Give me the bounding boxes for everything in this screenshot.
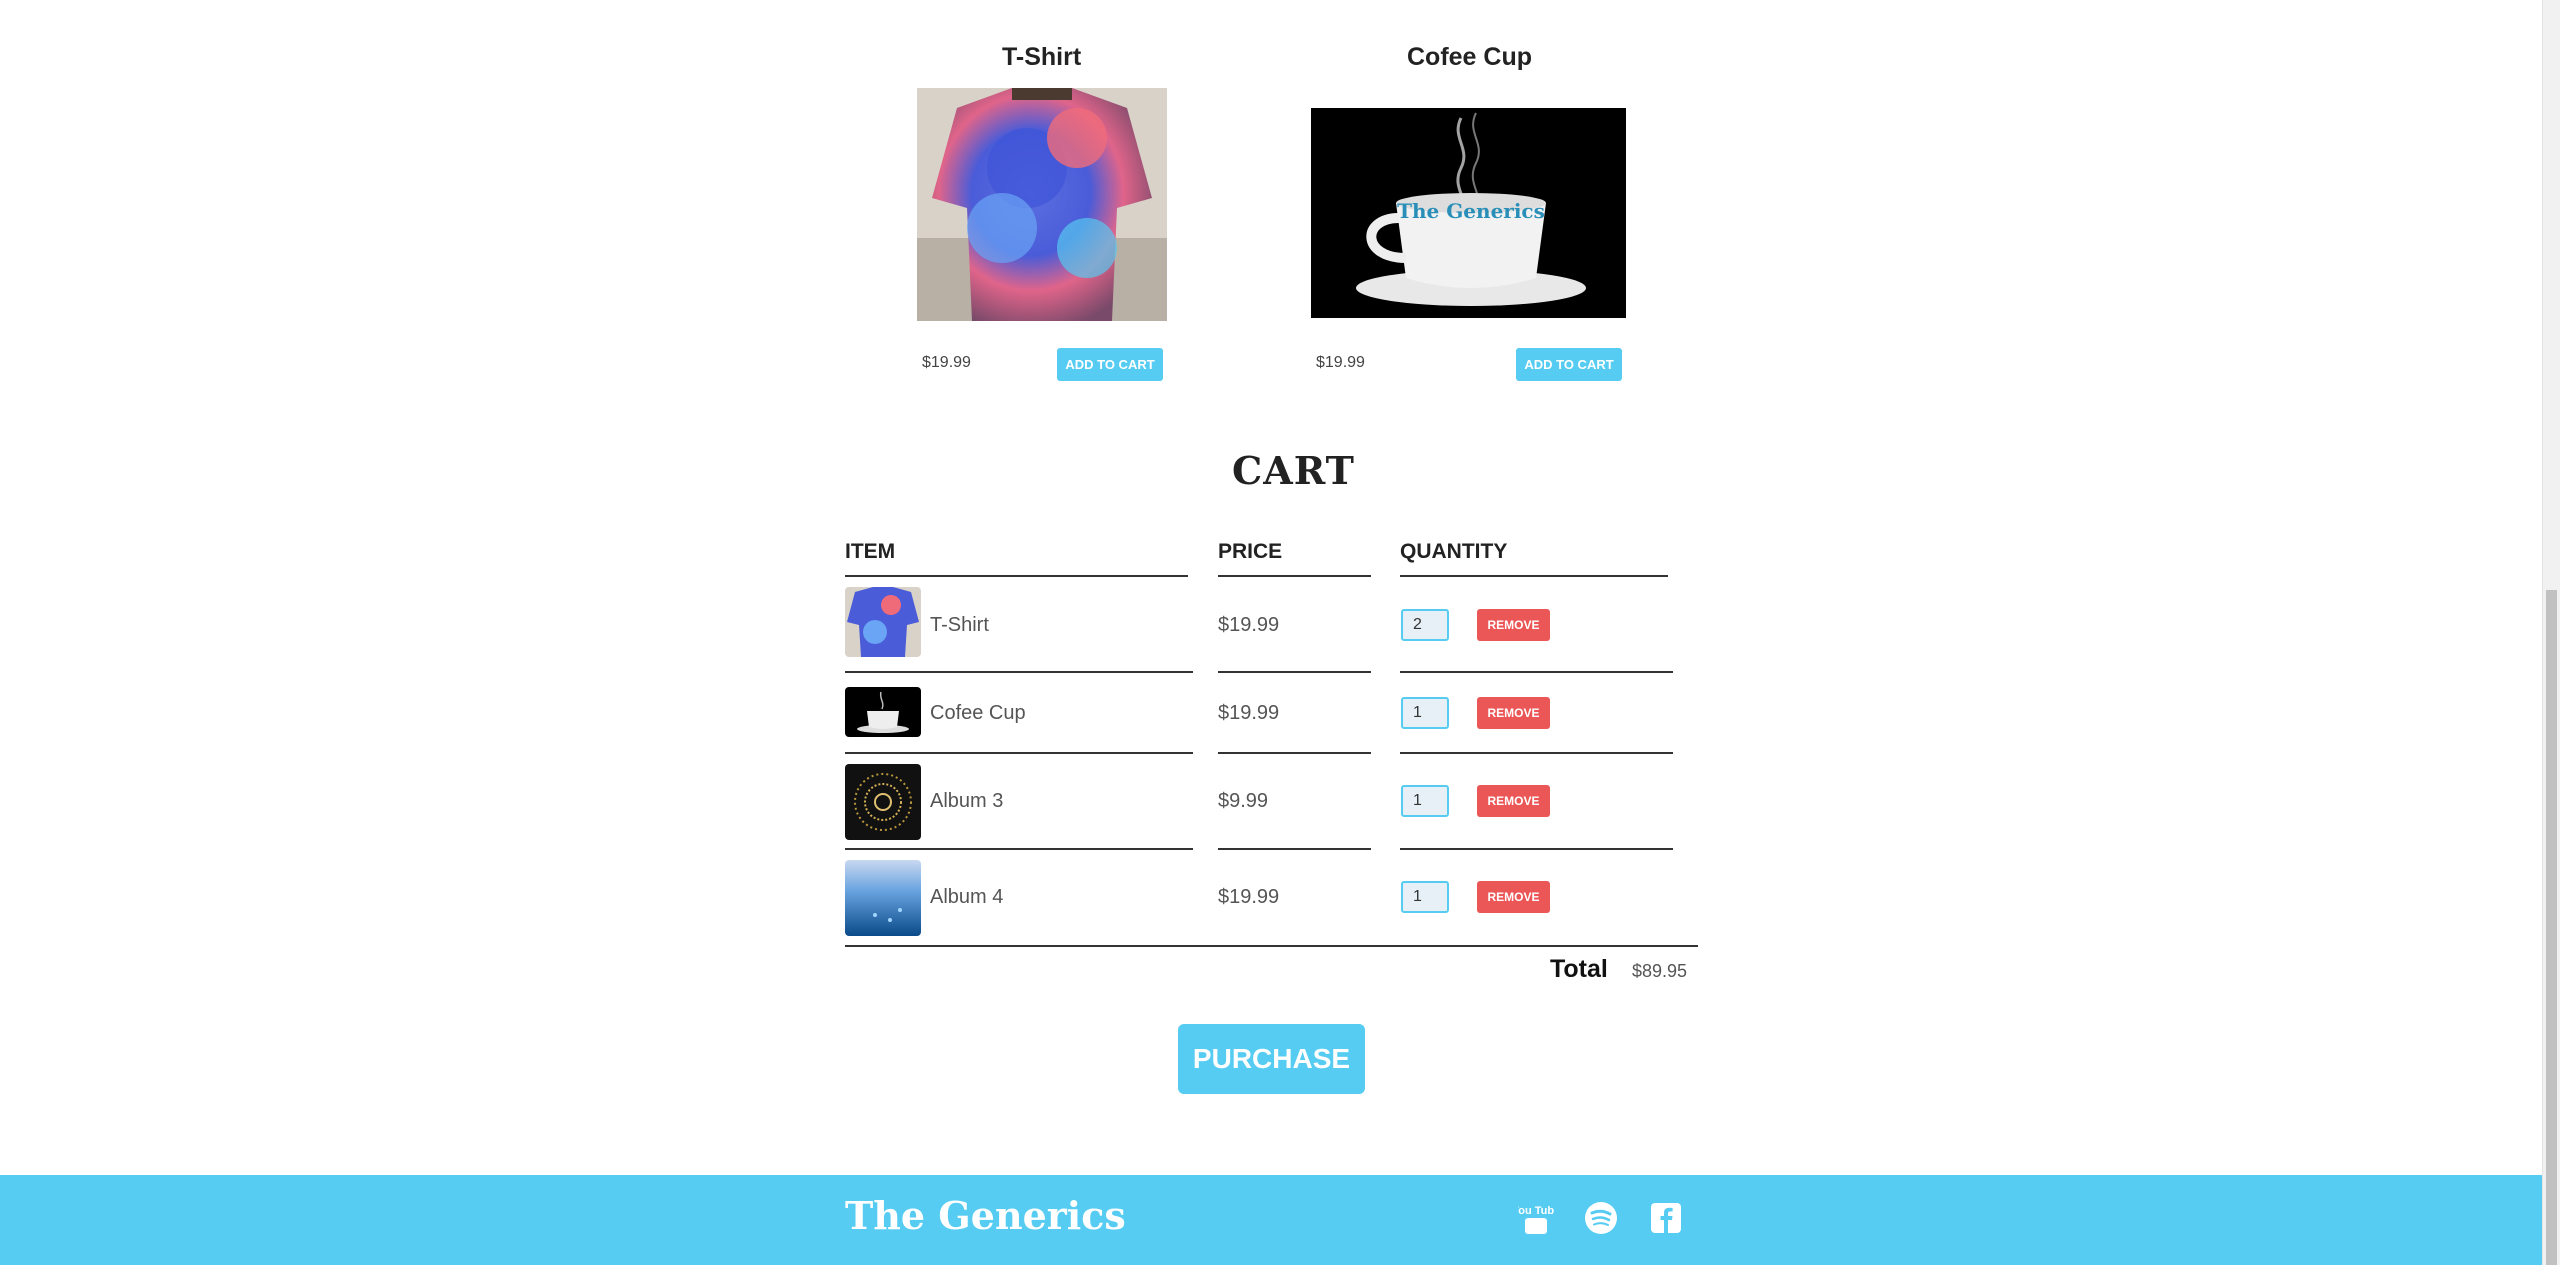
divider: [845, 752, 1193, 754]
divider: [1400, 671, 1673, 673]
quantity-input[interactable]: [1401, 881, 1449, 913]
facebook-icon[interactable]: [1648, 1200, 1684, 1236]
total-value: $89.95: [1632, 961, 1688, 981]
column-header-price: PRICE: [1218, 540, 1283, 563]
divider: [1218, 848, 1371, 850]
divider: [1400, 575, 1668, 577]
item-price: $9.99: [1218, 790, 1269, 812]
remove-button[interactable]: REMOVE: [1477, 785, 1550, 817]
purchase-button[interactable]: PURCHASE: [1178, 1024, 1365, 1094]
total-label: Total: [1550, 955, 1608, 983]
product-price: $19.99: [1316, 354, 1365, 371]
divider: [845, 671, 1193, 673]
item-thumbnail: [845, 587, 921, 657]
item-thumbnail: [845, 764, 921, 840]
divider: [1218, 752, 1371, 754]
product-title: T-Shirt: [1002, 43, 1082, 71]
quantity-input[interactable]: [1401, 785, 1449, 817]
youtube-icon-label: You Tube: [1518, 1205, 1554, 1217]
add-to-cart-button[interactable]: ADD TO CART: [1057, 348, 1163, 381]
item-price: $19.99: [1218, 614, 1280, 636]
item-price: $19.99: [1218, 702, 1280, 724]
remove-button[interactable]: REMOVE: [1477, 609, 1550, 641]
divider: [845, 945, 1698, 947]
product-title: Cofee Cup: [1407, 43, 1532, 71]
divider: [845, 575, 1188, 577]
item-thumbnail: [845, 687, 921, 737]
column-header-quantity: QUANTITY: [1400, 540, 1508, 563]
scrollbar-thumb[interactable]: [2546, 590, 2557, 1265]
item-name: Album 4: [930, 886, 1004, 908]
item-name: Cofee Cup: [930, 702, 1026, 724]
cart-heading: CART: [1232, 448, 1355, 493]
item-name: Album 3: [930, 790, 1004, 812]
remove-button[interactable]: REMOVE: [1477, 881, 1550, 913]
tshirt-image: [917, 88, 1167, 321]
divider: [1400, 848, 1673, 850]
quantity-input[interactable]: [1401, 609, 1449, 641]
scrollbar[interactable]: [2542, 0, 2560, 1265]
footer: The Generics You Tube: [0, 1175, 2543, 1265]
remove-button[interactable]: REMOVE: [1477, 697, 1550, 729]
product-price: $19.99: [922, 354, 971, 371]
column-header-item: ITEM: [845, 540, 896, 563]
divider: [845, 848, 1193, 850]
divider: [1400, 752, 1673, 754]
quantity-input[interactable]: [1401, 697, 1449, 729]
item-price: $19.99: [1218, 886, 1280, 908]
add-to-cart-button[interactable]: ADD TO CART: [1516, 348, 1622, 381]
coffee-cup-image: The Generics: [1311, 108, 1626, 318]
footer-brand: The Generics: [845, 1193, 1126, 1238]
youtube-icon[interactable]: You Tube: [1512, 1200, 1560, 1236]
divider: [1218, 575, 1371, 577]
divider: [1218, 671, 1371, 673]
svg-text:The Generics: The Generics: [1397, 199, 1545, 223]
item-thumbnail: [845, 860, 921, 936]
spotify-icon[interactable]: [1583, 1200, 1619, 1236]
item-name: T-Shirt: [930, 614, 989, 636]
